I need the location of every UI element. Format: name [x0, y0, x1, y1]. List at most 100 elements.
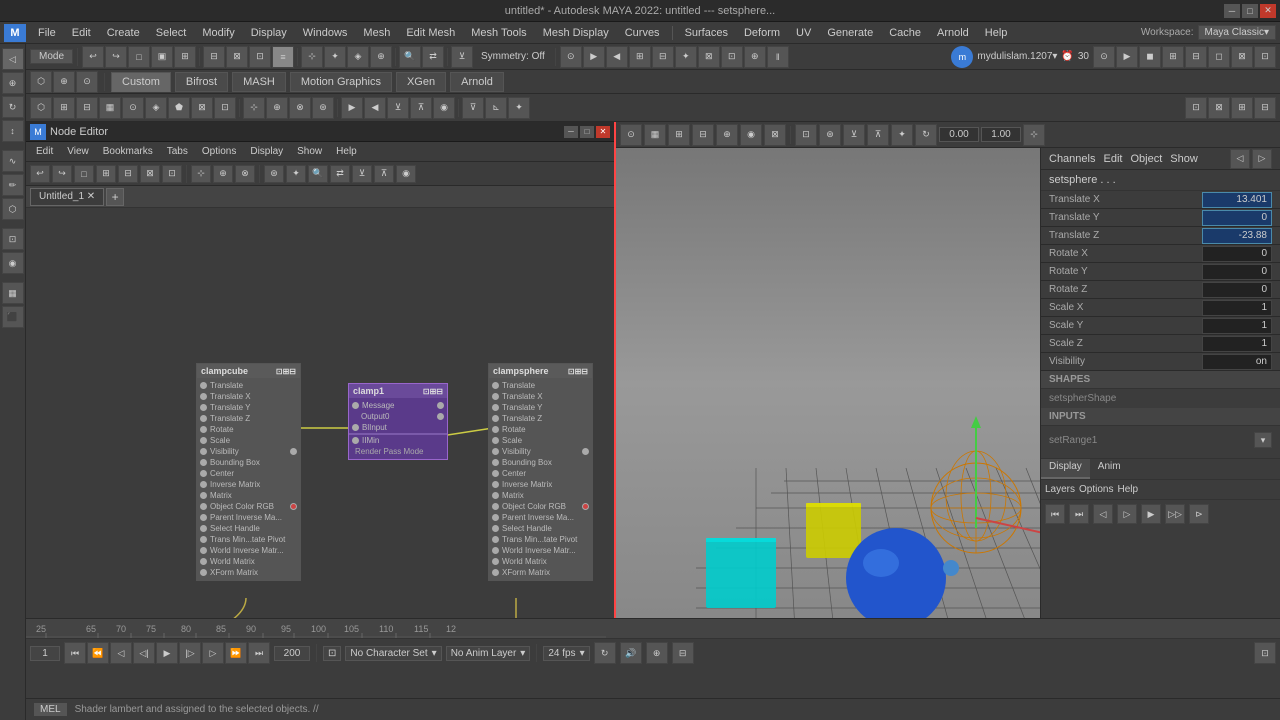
- toolbar-icon-14[interactable]: 🔍: [399, 46, 421, 68]
- toolbar-icon-13[interactable]: ⊕: [370, 46, 392, 68]
- shape-btn-12[interactable]: ⊗: [289, 97, 311, 119]
- node-clampcube[interactable]: clampcube ⊡⊞⊟ Translate Translate X Tran…: [196, 363, 301, 581]
- workspace-dropdown[interactable]: Maya Classic▾: [1198, 25, 1276, 40]
- shape-btn-14[interactable]: ▶: [341, 97, 363, 119]
- toolbar-icon-r8[interactable]: ⊡: [721, 46, 743, 68]
- viewport-3d[interactable]: persp: [616, 148, 1040, 618]
- menu-arnold[interactable]: Arnold: [929, 25, 977, 41]
- layers-tab[interactable]: Layers: [1045, 484, 1075, 495]
- vp-btn-10[interactable]: ⊻: [843, 124, 865, 146]
- vp-btn-8[interactable]: ⊡: [795, 124, 817, 146]
- ch-pb-7[interactable]: ⊳: [1189, 504, 1209, 524]
- ne-menu-options[interactable]: Options: [196, 145, 242, 158]
- channels-menu-edit[interactable]: Edit: [1103, 153, 1122, 165]
- shape-btn-11[interactable]: ⊕: [266, 97, 288, 119]
- ne-menu-bookmarks[interactable]: Bookmarks: [97, 145, 159, 158]
- tool-select[interactable]: ◁: [2, 48, 24, 70]
- menu-windows[interactable]: Windows: [295, 25, 356, 41]
- menu-curves[interactable]: Curves: [617, 25, 668, 41]
- ne-maximize-btn[interactable]: □: [580, 126, 594, 138]
- menu-edit[interactable]: Edit: [64, 25, 99, 41]
- tab-motion-graphics[interactable]: Motion Graphics: [290, 72, 392, 92]
- tab-mash[interactable]: MASH: [232, 72, 286, 92]
- timeline-snap-btn[interactable]: ⊡: [323, 646, 341, 661]
- ne-tb-11[interactable]: ⊛: [264, 165, 284, 183]
- timeline-ruler[interactable]: 25 65 70 75 80 85 90: [26, 619, 1280, 639]
- tool-softsel[interactable]: ◉: [2, 252, 24, 274]
- pb-prev[interactable]: ◁: [110, 642, 132, 664]
- toolbar-icon-r1[interactable]: ⊙: [560, 46, 582, 68]
- toolbar-icon-s7[interactable]: ⊠: [1231, 46, 1253, 68]
- tool-snap[interactable]: ⊡: [2, 228, 24, 250]
- toolbar-icon-r5[interactable]: ⊟: [652, 46, 674, 68]
- shape-btn-8[interactable]: ⊠: [191, 97, 213, 119]
- toolbar-icon-2[interactable]: ↪: [105, 46, 127, 68]
- shape-btn-10[interactable]: ⊹: [243, 97, 265, 119]
- menu-cache[interactable]: Cache: [881, 25, 929, 41]
- ne-menu-tabs[interactable]: Tabs: [161, 145, 194, 158]
- timeline-start[interactable]: 1: [30, 646, 60, 661]
- ne-tb-16[interactable]: ⊼: [374, 165, 394, 183]
- view-btn-2[interactable]: ⊠: [1208, 97, 1230, 119]
- pb-next[interactable]: ▷: [202, 642, 224, 664]
- ne-tb-14[interactable]: ⇄: [330, 165, 350, 183]
- ch-btn-2[interactable]: ▷: [1252, 149, 1272, 169]
- menu-help[interactable]: Help: [977, 25, 1016, 41]
- pb-next-frame[interactable]: ⏩: [225, 642, 247, 664]
- vp-btn-2[interactable]: ▦: [644, 124, 666, 146]
- toolbar-icon-r9[interactable]: ⊕: [744, 46, 766, 68]
- shape-btn-20[interactable]: ⊾: [485, 97, 507, 119]
- node-clamp1[interactable]: clamp1 ⊡⊞⊟ Message Output0 BlInput IIMin…: [348, 383, 448, 460]
- view-btn-3[interactable]: ⊞: [1231, 97, 1253, 119]
- menu-select[interactable]: Select: [148, 25, 195, 41]
- shape-btn-7[interactable]: ⬟: [168, 97, 190, 119]
- ch-pb-5[interactable]: ▶: [1141, 504, 1161, 524]
- tool-extra1[interactable]: ▦: [2, 282, 24, 304]
- ne-tb-6[interactable]: ⊠: [140, 165, 160, 183]
- vp-btn-5[interactable]: ⊕: [716, 124, 738, 146]
- ch-pb-2[interactable]: ⏭: [1069, 504, 1089, 524]
- vp-btn-rotate[interactable]: ↻: [915, 124, 937, 146]
- menu-display[interactable]: Display: [243, 25, 295, 41]
- vp-btn-11[interactable]: ⊼: [867, 124, 889, 146]
- toolbar-icon-s4[interactable]: ⊞: [1162, 46, 1184, 68]
- menu-surfaces[interactable]: Surfaces: [677, 25, 736, 41]
- tool-extra2[interactable]: ⬛: [2, 306, 24, 328]
- ne-tb-12[interactable]: ✦: [286, 165, 306, 183]
- ne-tb-3[interactable]: □: [74, 165, 94, 183]
- pb-extra-4[interactable]: ⊟: [672, 642, 694, 664]
- pb-next-key[interactable]: |▷: [179, 642, 201, 664]
- shape-btn-16[interactable]: ⊻: [387, 97, 409, 119]
- ne-tb-15[interactable]: ⊻: [352, 165, 372, 183]
- tool-sculpt[interactable]: ⬡: [2, 198, 24, 220]
- vp-btn-7[interactable]: ⊠: [764, 124, 786, 146]
- channels-menu-show[interactable]: Show: [1170, 153, 1198, 165]
- vp-btn-last[interactable]: ⊹: [1023, 124, 1045, 146]
- view-btn-1[interactable]: ⊡: [1185, 97, 1207, 119]
- ne-menu-display[interactable]: Display: [244, 145, 289, 158]
- ne-minimize-btn[interactable]: ─: [564, 126, 578, 138]
- ne-menu-edit[interactable]: Edit: [30, 145, 59, 158]
- tab-arnold[interactable]: Arnold: [450, 72, 504, 92]
- channel-value-tz[interactable]: -23.88: [1202, 228, 1272, 244]
- menu-mesh-tools[interactable]: Mesh Tools: [463, 25, 534, 41]
- shape-btn-9[interactable]: ⊡: [214, 97, 236, 119]
- shape-btn-3[interactable]: ⊟: [76, 97, 98, 119]
- toolbar-icon-7[interactable]: ⊠: [226, 46, 248, 68]
- shape-btn-19[interactable]: ⊽: [462, 97, 484, 119]
- maya-logo[interactable]: M: [4, 24, 26, 42]
- shape-btn-15[interactable]: ◀: [364, 97, 386, 119]
- ne-tb-7[interactable]: ⊡: [162, 165, 182, 183]
- channels-menu-object[interactable]: Object: [1130, 153, 1162, 165]
- options-tab[interactable]: Options: [1079, 484, 1113, 495]
- ne-tb-13[interactable]: 🔍: [308, 165, 328, 183]
- pb-prev-frame[interactable]: ⏪: [87, 642, 109, 664]
- timeline-corner-btn[interactable]: ⊡: [1254, 642, 1276, 664]
- shape-btn-1[interactable]: ⬡: [30, 97, 52, 119]
- toolbar-icon-r6[interactable]: ✦: [675, 46, 697, 68]
- toolbar-icon-s8[interactable]: ⊡: [1254, 46, 1276, 68]
- help-tab[interactable]: Help: [1117, 484, 1138, 495]
- tool-rotate[interactable]: ↻: [2, 96, 24, 118]
- inputs-dropdown[interactable]: ▾: [1254, 432, 1272, 448]
- toolbar-icon-s6[interactable]: ◻: [1208, 46, 1230, 68]
